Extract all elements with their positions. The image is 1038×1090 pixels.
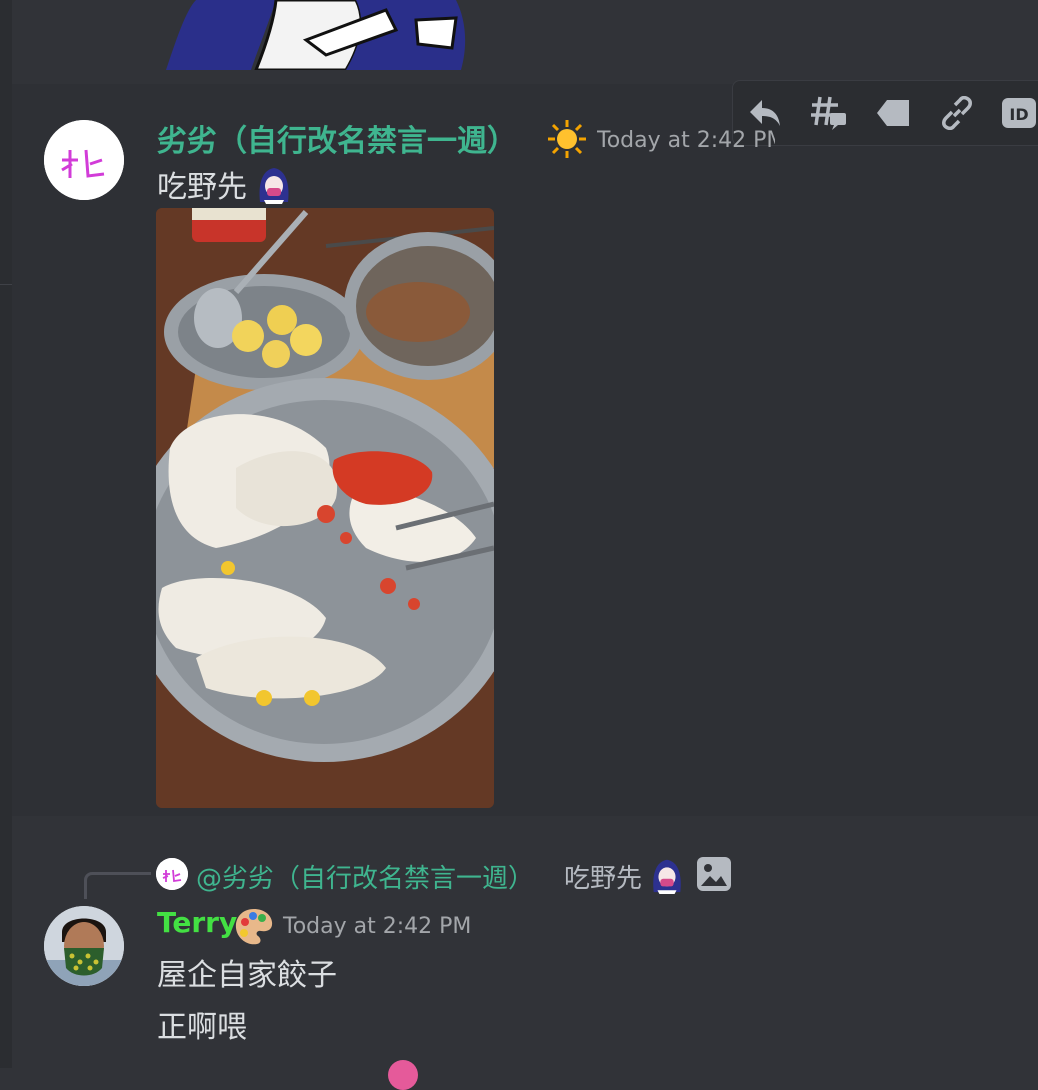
reply-preview-text[interactable]: 吃野先 [564,858,642,895]
avatar[interactable] [44,120,124,200]
message-text: 吃野先 [157,170,247,205]
attached-photo[interactable] [156,208,494,808]
message-toolbar: ID [732,80,1038,146]
channel-sidebar-edge [0,0,12,1068]
reply-icon[interactable] [745,93,785,133]
sun-icon [546,118,588,160]
reply-connector [84,872,151,899]
svg-text:ID: ID [1009,105,1028,124]
custom-emoji [648,856,686,894]
sticker-image[interactable] [156,0,474,70]
palette-icon [233,906,275,948]
username[interactable]: 劣劣（自行改名禁言一週） [157,116,517,160]
message-text: 正啊喂 [157,1010,247,1045]
timestamp[interactable]: Today at 2:42 PM [283,914,471,939]
username[interactable]: Terry [157,906,237,939]
copy-id-icon[interactable]: ID [999,93,1038,133]
copy-link-icon[interactable] [937,93,977,133]
tag-icon[interactable] [873,93,913,133]
create-thread-icon[interactable] [809,93,849,133]
reply-author[interactable]: @劣劣（自行改名禁言一週） [196,858,534,895]
timestamp[interactable]: Today at 2:42 PM [597,128,775,153]
custom-emoji[interactable] [254,164,294,204]
reaction-emoji-partial [388,1060,418,1090]
message-text: 屋企自家餃子 [157,958,337,993]
image-attachment-icon [696,856,732,892]
avatar[interactable] [44,906,124,986]
reply-avatar[interactable] [156,858,188,890]
